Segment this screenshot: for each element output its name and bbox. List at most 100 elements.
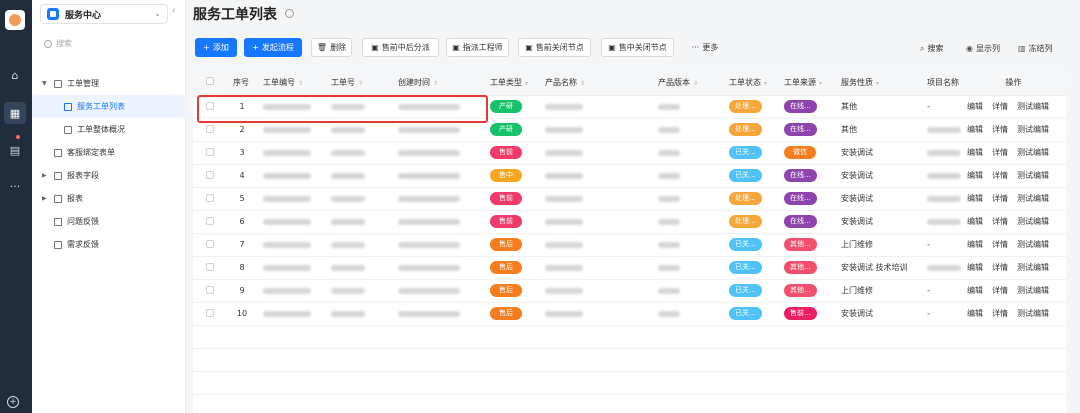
- home-icon[interactable]: ⌂: [4, 64, 26, 86]
- cell-service-nature: 其他: [835, 118, 921, 142]
- cell-ticket-type: 售前: [484, 210, 539, 234]
- search-button[interactable]: ⌕ 搜索: [920, 43, 943, 54]
- detail-link[interactable]: 详情: [992, 240, 1008, 249]
- sidebar-search[interactable]: 搜索: [44, 38, 72, 49]
- doc-icon: ▣: [371, 43, 379, 52]
- source-badge: 在线...: [784, 169, 817, 182]
- detail-link[interactable]: 详情: [992, 194, 1008, 203]
- edit-link[interactable]: 编辑: [967, 309, 983, 318]
- edit-link[interactable]: 编辑: [967, 263, 983, 272]
- pre-sale-close-button[interactable]: ▣ 售前关闭节点: [518, 38, 591, 57]
- col-header-created-time[interactable]: 创建时间 ⇕: [392, 70, 484, 96]
- edit-link[interactable]: 编辑: [967, 286, 983, 295]
- grid-icon[interactable]: ▦: [4, 102, 26, 124]
- edit-link[interactable]: 编辑: [967, 125, 983, 134]
- table-row[interactable]: 4 售中 已关... 在线... 安装调试 编辑 详情 测试编辑: [193, 164, 1066, 188]
- col-header-project-name: 项目名称: [921, 70, 961, 96]
- gear-icon[interactable]: [285, 9, 294, 18]
- row-checkbox[interactable]: [193, 141, 227, 165]
- table-row[interactable]: 8 售后 已关... 其他... 安装调试 技术培训 编辑 详情 测试编辑: [193, 256, 1066, 280]
- plus-icon: +: [252, 43, 259, 52]
- sidebar-item-reports[interactable]: ▶ 报表: [32, 187, 186, 210]
- add-button[interactable]: + 添加: [195, 38, 237, 57]
- sidebar-item-requirement-feedback[interactable]: 需求反馈: [32, 233, 186, 256]
- detail-link[interactable]: 详情: [992, 102, 1008, 111]
- form-icon[interactable]: ▤: [4, 139, 26, 161]
- table-row[interactable]: 10 售后 已关... 售前... 安装调试 - 编辑 详情 测试编辑: [193, 302, 1066, 326]
- test-edit-link[interactable]: 测试编辑: [1017, 102, 1049, 111]
- edit-link[interactable]: 编辑: [967, 102, 983, 111]
- sidebar-item-ticket-management[interactable]: ▼ 工单管理: [32, 72, 186, 95]
- mid-sale-close-button[interactable]: ▣ 售中关闭节点: [601, 38, 674, 57]
- cell-ticket-status: 已关...: [723, 302, 778, 326]
- test-edit-link[interactable]: 测试编辑: [1017, 263, 1049, 272]
- detail-link[interactable]: 详情: [992, 309, 1008, 318]
- detail-link[interactable]: 详情: [992, 217, 1008, 226]
- table-row[interactable]: 9 售后 已关... 其他... 上门维修 - 编辑 详情 测试编辑: [193, 279, 1066, 303]
- col-header-product-version[interactable]: 产品版本 ⇕: [652, 70, 723, 96]
- sidebar-item-report-fields[interactable]: ▶ 报表字段: [32, 164, 186, 187]
- table-row[interactable]: 3 售前 已关... 微信 安装调试 编辑 详情 测试编辑: [193, 141, 1066, 165]
- col-header-service-nature[interactable]: 服务性质 ▾: [835, 70, 921, 96]
- row-checkbox[interactable]: [193, 164, 227, 188]
- cell-ticket-source: 在线...: [778, 118, 835, 142]
- edit-link[interactable]: 编辑: [967, 217, 983, 226]
- sidebar-item-issue-feedback[interactable]: 问题反馈: [32, 210, 186, 233]
- test-edit-link[interactable]: 测试编辑: [1017, 171, 1049, 180]
- collapse-sidebar-icon[interactable]: ‹: [172, 6, 176, 16]
- col-header-ticket-type[interactable]: 工单类型 ▾: [484, 70, 539, 96]
- sidebar-item-binding-form[interactable]: 客服绑定表单: [32, 141, 186, 164]
- test-edit-link[interactable]: 测试编辑: [1017, 125, 1049, 134]
- test-edit-link[interactable]: 测试编辑: [1017, 194, 1049, 203]
- assign-engineer-button[interactable]: ▣ 指派工程师: [446, 38, 509, 57]
- row-checkbox[interactable]: [193, 279, 227, 303]
- row-checkbox[interactable]: [193, 256, 227, 280]
- test-edit-link[interactable]: 测试编辑: [1017, 148, 1049, 157]
- add-icon[interactable]: +: [7, 396, 19, 408]
- test-edit-link[interactable]: 测试编辑: [1017, 217, 1049, 226]
- col-header-ticket-status[interactable]: 工单状态 ▾: [723, 70, 778, 96]
- source-badge: 微信: [784, 146, 816, 159]
- edit-link[interactable]: 编辑: [967, 194, 983, 203]
- delete-button[interactable]: 🗑 删除: [311, 38, 352, 57]
- show-columns-button[interactable]: ◉ 显示列: [966, 43, 1000, 54]
- detail-link[interactable]: 详情: [992, 148, 1008, 157]
- table-row[interactable]: 7 售后 已关... 其他... 上门维修 - 编辑 详情 测试编辑: [193, 233, 1066, 257]
- detail-link[interactable]: 详情: [992, 286, 1008, 295]
- brand-logo[interactable]: [5, 10, 25, 30]
- row-checkbox[interactable]: [193, 210, 227, 234]
- columns-icon: ▥: [1018, 44, 1026, 53]
- test-edit-link[interactable]: 测试编辑: [1017, 286, 1049, 295]
- row-checkbox[interactable]: [193, 187, 227, 211]
- col-header-ticket-code[interactable]: 工单编号 ⇕: [257, 70, 325, 96]
- pre-sale-assign-button[interactable]: ▣ 售前中后分派: [362, 38, 439, 57]
- cell-ticket-number: [325, 164, 392, 188]
- row-checkbox[interactable]: [193, 233, 227, 257]
- detail-link[interactable]: 详情: [992, 125, 1008, 134]
- edit-link[interactable]: 编辑: [967, 240, 983, 249]
- app-switcher[interactable]: 服务中心 ⌄: [40, 4, 168, 24]
- more-button[interactable]: ··· 更多: [683, 38, 727, 57]
- sidebar-item-ticket-overview[interactable]: 工单整体概况: [32, 118, 186, 141]
- table-row[interactable]: 5 售前 处理... 在线... 安装调试 编辑 详情 测试编辑: [193, 187, 1066, 211]
- freeze-columns-button[interactable]: ▥ 冻结列: [1018, 43, 1053, 54]
- test-edit-link[interactable]: 测试编辑: [1017, 240, 1049, 249]
- source-badge: 在线...: [784, 215, 817, 228]
- more-icon[interactable]: ···: [4, 175, 26, 197]
- start-flow-button[interactable]: + 发起流程: [244, 38, 302, 57]
- caret-right-icon: ▶: [42, 172, 47, 179]
- col-header-ticket-number[interactable]: 工单号 ⇕: [325, 70, 392, 96]
- col-header-ticket-source[interactable]: 工单来源 ▾: [778, 70, 835, 96]
- detail-link[interactable]: 详情: [992, 171, 1008, 180]
- cell-created-time: [392, 164, 484, 188]
- edit-link[interactable]: 编辑: [967, 171, 983, 180]
- sidebar-item-ticket-list[interactable]: 服务工单列表: [32, 95, 186, 118]
- edit-link[interactable]: 编辑: [967, 148, 983, 157]
- table-row[interactable]: 6 售前 处理... 在线... 安装调试 编辑 详情 测试编辑: [193, 210, 1066, 234]
- row-index: 9: [227, 279, 257, 303]
- detail-link[interactable]: 详情: [992, 263, 1008, 272]
- col-header-product-name[interactable]: 产品名称 ⇕: [539, 70, 652, 96]
- row-checkbox[interactable]: [193, 302, 227, 326]
- test-edit-link[interactable]: 测试编辑: [1017, 309, 1049, 318]
- select-all-checkbox[interactable]: [193, 70, 227, 96]
